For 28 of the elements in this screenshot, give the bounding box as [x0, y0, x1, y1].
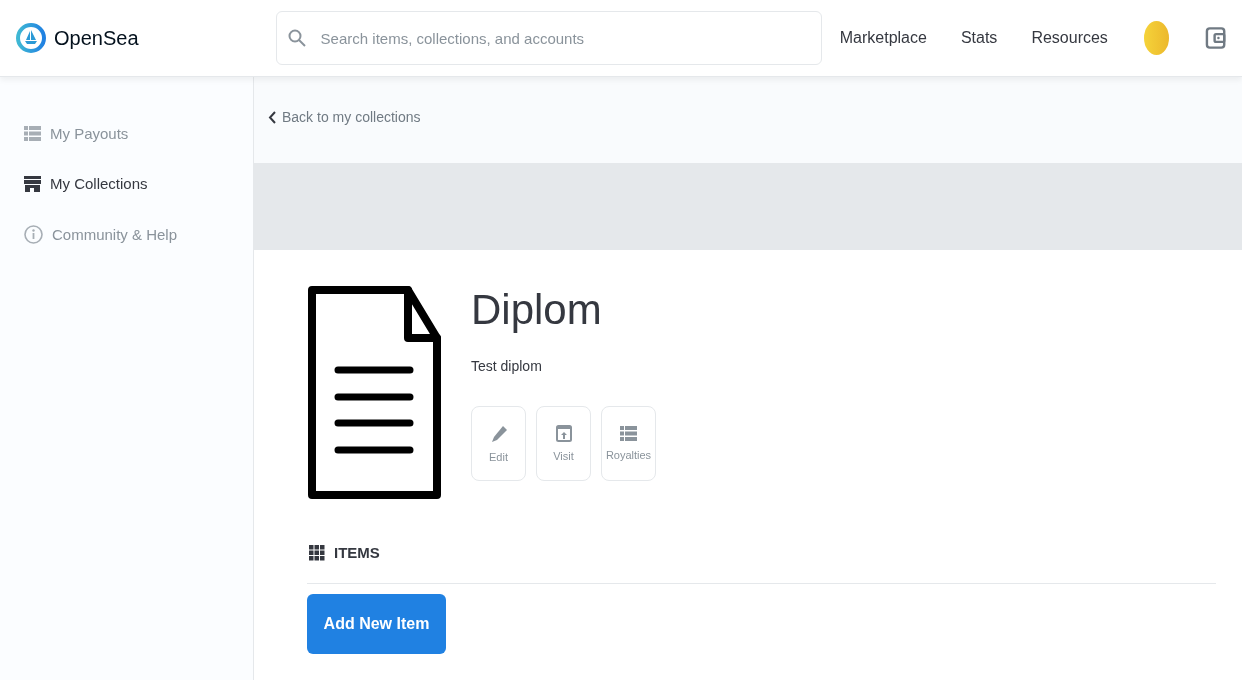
collection-title: Diplom	[471, 286, 603, 334]
back-link[interactable]: Back to my collections	[268, 109, 421, 125]
external-link-icon	[555, 425, 572, 442]
action-button[interactable]: Royalties	[601, 406, 656, 481]
chevron-left-icon	[268, 110, 276, 124]
search-icon	[287, 29, 306, 47]
nav-link[interactable]: Stats	[960, 29, 998, 47]
list-icon	[620, 426, 637, 441]
add-item-button[interactable]: Add New Item	[307, 594, 446, 654]
section-heading: ITEMS	[334, 544, 380, 561]
grid-icon	[309, 544, 325, 561]
action-button[interactable]: Edit	[471, 406, 526, 481]
sidebar-item[interactable]: My Payouts	[24, 125, 229, 142]
list-icon	[24, 126, 41, 141]
nav-link[interactable]: Marketplace	[839, 29, 927, 47]
logo-text[interactable]: OpenSea	[54, 26, 139, 50]
sidebar-item[interactable]: My Collections	[24, 175, 229, 192]
sidebar-item[interactable]: Community & Help	[24, 225, 229, 244]
document-icon	[307, 286, 441, 500]
wallet-icon[interactable]	[1204, 26, 1226, 50]
info-icon	[24, 225, 43, 244]
pencil-icon	[489, 424, 508, 443]
nav-link[interactable]: Resources	[1031, 29, 1108, 47]
collection-description: Test diplom	[471, 358, 543, 374]
search-field[interactable]: Search items, collections, and accounts	[275, 11, 822, 65]
store-icon	[24, 175, 41, 192]
logo-icon	[16, 23, 46, 53]
action-button[interactable]: Visit	[536, 406, 591, 481]
